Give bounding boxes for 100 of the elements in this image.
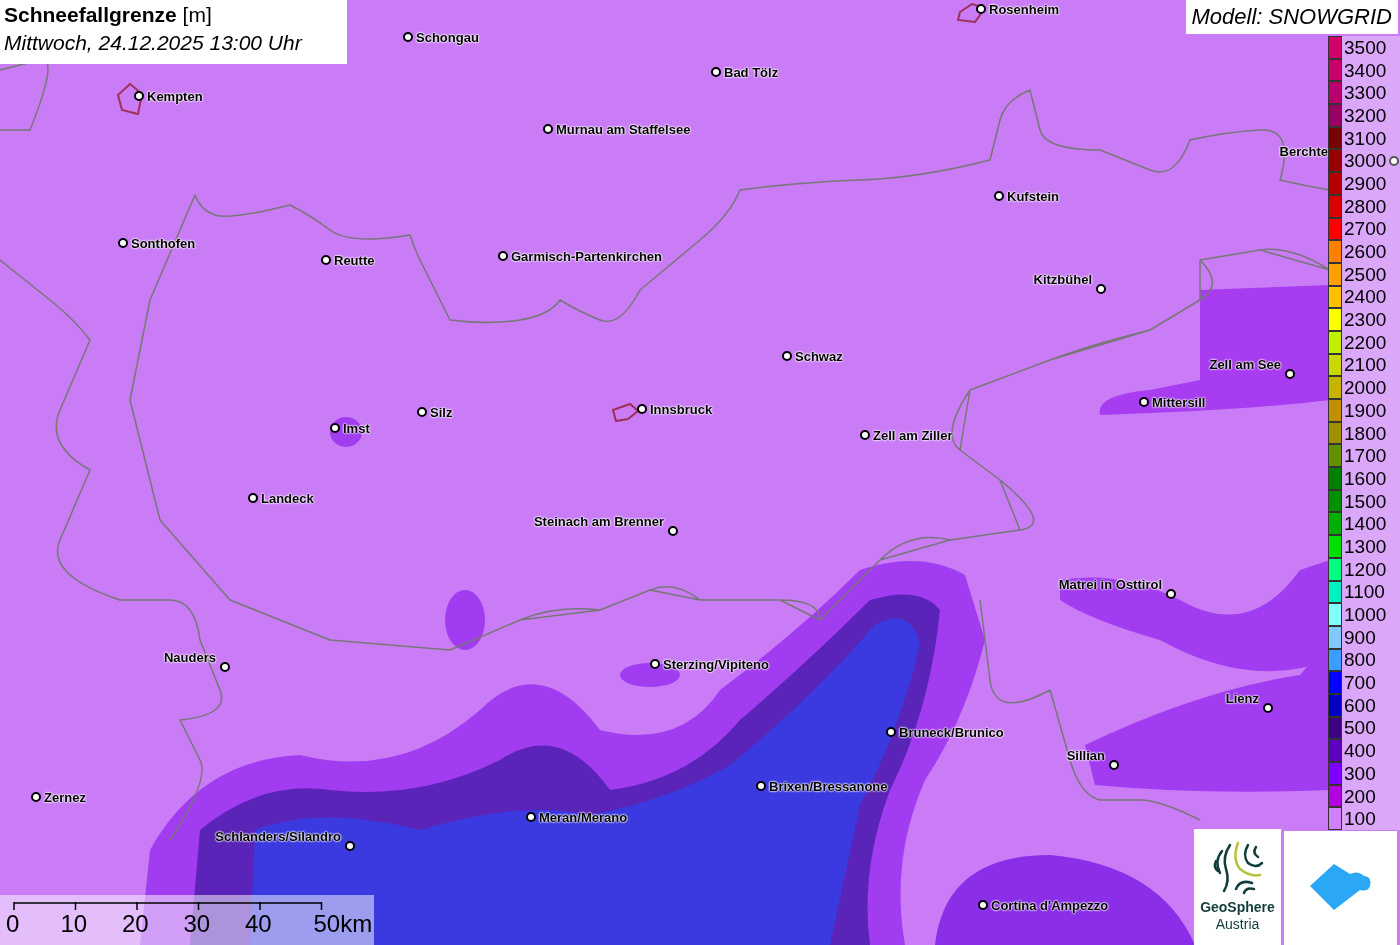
town-label: Sonthofen — [131, 237, 196, 250]
town-marker-icon — [543, 124, 553, 134]
logo-country: Austria — [1215, 916, 1260, 933]
town-label: Landeck — [261, 492, 314, 505]
town-label: Brixen/Bressanone — [769, 780, 888, 793]
town-label: Lienz — [1225, 692, 1259, 705]
town-label: Sterzing/Vipiteno — [663, 658, 769, 671]
town-marker-icon — [321, 255, 331, 265]
town-marker-icon — [1166, 589, 1176, 599]
town-marker-icon — [1139, 397, 1149, 407]
logo-name: GeoSphere — [1200, 899, 1275, 916]
town-marker-icon — [886, 727, 896, 737]
town-marker-icon — [345, 841, 355, 851]
model-label: Modell: SNOWGRID — [1185, 0, 1398, 34]
legend-value: 1400 — [1344, 514, 1387, 534]
town-marker-icon — [1109, 760, 1119, 770]
town-label: Zell am Ziller — [873, 429, 953, 442]
legend-value: 100 — [1344, 809, 1376, 829]
legend-value: 1100 — [1344, 582, 1385, 602]
legend-value: 500 — [1344, 718, 1376, 738]
town-label: Kitzbühel — [1033, 273, 1092, 286]
town-marker-icon — [31, 792, 41, 802]
town-label: Bad Tölz — [724, 66, 779, 79]
legend-value: 1600 — [1344, 468, 1387, 488]
town-label: Garmisch-Partenkirchen — [511, 250, 662, 263]
town-label: Imst — [343, 422, 370, 435]
town-marker-icon — [978, 900, 988, 910]
town-label: Mittersill — [1152, 396, 1206, 409]
legend-value: 700 — [1344, 673, 1376, 693]
town-label: Schlanders/Silandro — [215, 830, 341, 843]
legend-value: 2200 — [1344, 332, 1387, 352]
legend-value: 200 — [1344, 786, 1376, 806]
town-label: Schwaz — [795, 350, 843, 363]
town-label: Zernez — [44, 791, 86, 804]
town-marker-icon — [637, 404, 647, 414]
town-label: Steinach am Brenner — [533, 515, 664, 528]
town-marker-icon — [248, 493, 258, 503]
legend-value: 3100 — [1344, 128, 1387, 148]
legend-value: 3200 — [1344, 105, 1387, 125]
scale-label: 30 — [183, 912, 211, 936]
town-marker-icon — [403, 32, 413, 42]
town-label: Kufstein — [1007, 190, 1059, 203]
map-title: Schneefallgrenze [m] — [4, 2, 213, 28]
town-label: Rosenheim — [989, 3, 1060, 16]
legend-value: 900 — [1344, 627, 1376, 647]
town-label: Silz — [430, 406, 453, 419]
map-date: Mittwoch, 24.12.2025 13:00 Uhr — [4, 30, 304, 56]
legend-value: 3300 — [1344, 83, 1387, 103]
town-label: Cortina d'Ampezzo — [991, 899, 1109, 912]
legend-value: 2300 — [1344, 310, 1387, 330]
town-marker-icon — [134, 91, 144, 101]
legend-value: 3000 — [1344, 151, 1387, 171]
legend-value: 1500 — [1344, 491, 1387, 511]
scale-label: 40 — [245, 912, 272, 936]
town-label: Zell am See — [1209, 358, 1281, 371]
town-marker-icon — [711, 67, 721, 77]
town-marker-icon — [650, 659, 660, 669]
legend-value: 800 — [1344, 650, 1376, 670]
town-marker-icon — [498, 251, 508, 261]
town-marker-icon — [994, 191, 1004, 201]
town-marker-icon — [118, 238, 128, 248]
town-label: Schongau — [416, 31, 479, 44]
town-label: Nauders — [163, 651, 216, 664]
town-label: Reutte — [334, 254, 375, 267]
legend-value: 600 — [1344, 695, 1376, 715]
town-marker-icon — [330, 423, 340, 433]
legend-value: 2800 — [1344, 196, 1387, 216]
town-marker-icon — [756, 781, 766, 791]
legend-value: 1000 — [1344, 605, 1387, 625]
legend-value: 3500 — [1344, 37, 1387, 57]
legend-value: 3400 — [1344, 60, 1387, 80]
town-label: Matrei in Osttirol — [1058, 578, 1162, 591]
legend-value: 2600 — [1344, 242, 1387, 262]
town-marker-icon — [1263, 703, 1273, 713]
legend-value: 1800 — [1344, 423, 1387, 443]
scale-label: 0 — [6, 912, 20, 936]
town-marker-icon — [860, 430, 870, 440]
town-label: Innsbruck — [650, 403, 713, 416]
legend-value: 1700 — [1344, 446, 1387, 466]
scale-label: 50km — [313, 912, 373, 936]
town-marker-icon — [417, 407, 427, 417]
town-label: Meran/Merano — [539, 811, 628, 824]
town-label: Kempten — [147, 90, 203, 103]
scale-bar-icon — [13, 901, 323, 911]
town-marker-icon — [668, 526, 678, 536]
town-label: Berchte — [1279, 145, 1328, 158]
town-marker-icon — [782, 351, 792, 361]
legend-value: 2500 — [1344, 264, 1387, 284]
legend-value: 2100 — [1344, 355, 1387, 375]
town-marker-icon — [1096, 284, 1106, 294]
scale-label: 20 — [122, 912, 149, 936]
legend-value: 2900 — [1344, 173, 1387, 193]
legend-value: 2000 — [1344, 378, 1387, 398]
legend-value: 2700 — [1344, 219, 1387, 239]
town-marker-icon — [526, 812, 536, 822]
town-marker-icon — [220, 662, 230, 672]
town-label: Murnau am Staffelsee — [556, 123, 691, 136]
legend-value: 1900 — [1344, 400, 1387, 420]
town-marker-icon — [1285, 369, 1295, 379]
legend-value: 300 — [1344, 763, 1376, 783]
